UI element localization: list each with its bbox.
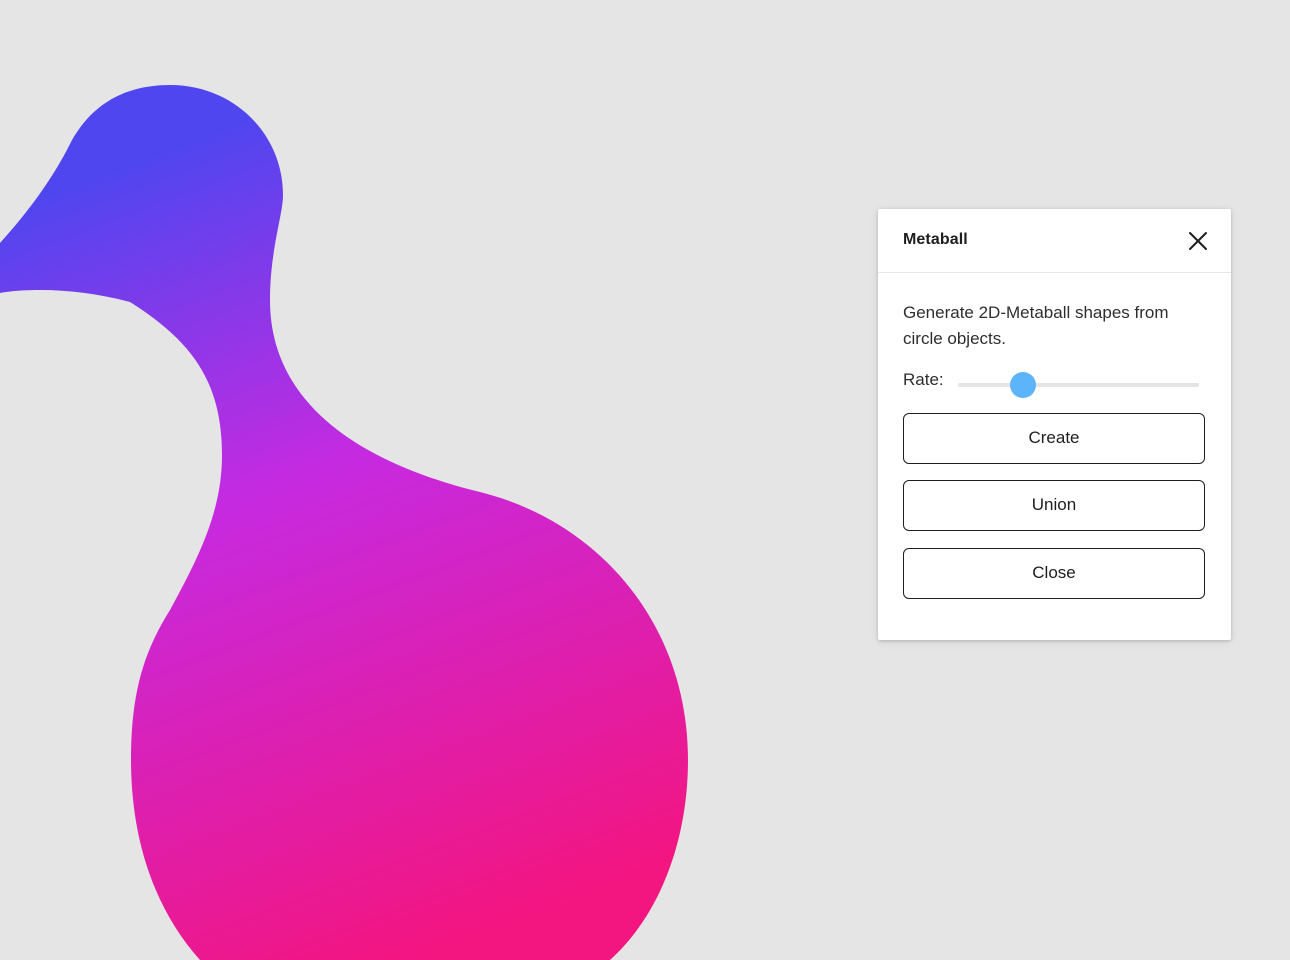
close-icon[interactable] — [1186, 229, 1210, 253]
rate-control: Rate: — [903, 370, 1208, 404]
rate-label: Rate: — [903, 370, 944, 389]
plugin-description: Generate 2D-Metaball shapes from circle … — [903, 303, 1169, 348]
rate-slider[interactable] — [958, 372, 1199, 398]
panel-title: Metaball — [903, 231, 968, 248]
panel-header: Metaball — [878, 209, 1231, 273]
union-button[interactable]: Union — [903, 480, 1205, 531]
panel-body: Generate 2D-Metaball shapes from circle … — [903, 300, 1208, 599]
metaball-plugin-panel: Metaball Generate 2D-Metaball shapes fro… — [878, 209, 1231, 640]
rate-slider-thumb[interactable] — [1010, 372, 1037, 398]
close-button[interactable]: Close — [903, 548, 1205, 599]
create-button[interactable]: Create — [903, 413, 1205, 464]
